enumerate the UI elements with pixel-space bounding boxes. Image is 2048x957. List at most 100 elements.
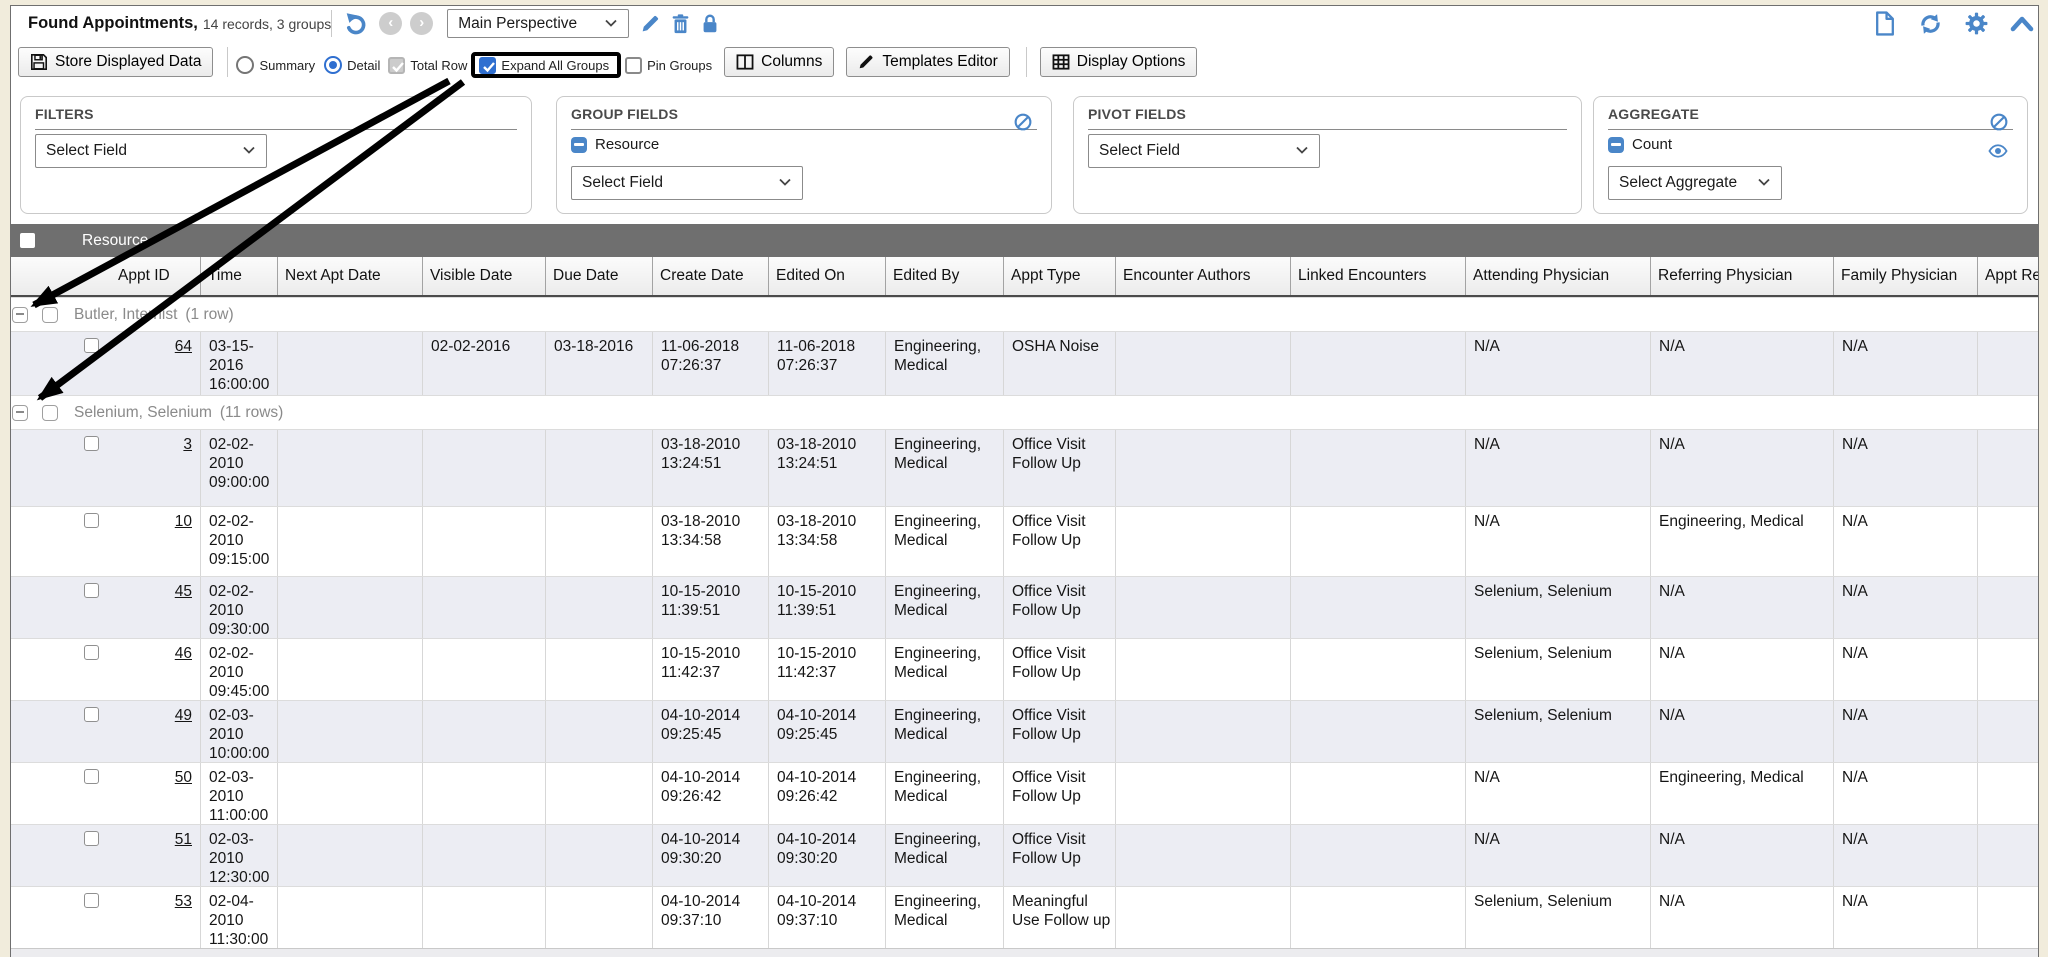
- cell-edited-by: Engineering, Medical: [885, 825, 1003, 886]
- row-checkbox[interactable]: [84, 769, 99, 784]
- expand-all-groups-label: Expand All Groups: [501, 58, 609, 73]
- cell-visible-date: [422, 507, 545, 576]
- cell-appt-id: 49: [111, 701, 200, 762]
- aggregate-panel: AGGREGATE Count Select Aggregate: [1593, 96, 2028, 214]
- cell-next-apt-date: [277, 701, 422, 762]
- table-header-row: Appt IDTimeNext Apt DateVisible DateDue …: [11, 257, 2038, 297]
- group-fields-panel: GROUP FIELDS Resource Select Field: [556, 96, 1052, 214]
- cell-encounter-authors: [1115, 577, 1290, 638]
- total-row-checkbox-box[interactable]: [388, 57, 405, 74]
- pivot-fields-select[interactable]: Select Field: [1088, 134, 1320, 168]
- appt-id-link[interactable]: 53: [175, 893, 192, 910]
- clear-group-fields-icon[interactable]: [1014, 113, 1032, 136]
- table-row: 5102-03-2010 12:30:0004-10-2014 09:30:20…: [11, 824, 2038, 886]
- column-header-edited-on[interactable]: Edited On: [768, 257, 885, 295]
- column-header-next-apt-date[interactable]: Next Apt Date: [277, 257, 422, 295]
- pivot-fields-select-value: Select Field: [1099, 142, 1180, 160]
- appt-id-link[interactable]: 49: [175, 707, 192, 724]
- gear-icon[interactable]: [1965, 12, 1988, 35]
- aggregate-select[interactable]: Select Aggregate: [1608, 166, 1782, 200]
- cell-due-date: [545, 763, 652, 824]
- appt-id-link[interactable]: 45: [175, 583, 192, 600]
- pin-groups-checkbox[interactable]: Pin Groups: [625, 57, 712, 74]
- table-row: 4602-02-2010 09:45:0010-15-2010 11:42:37…: [11, 638, 2038, 700]
- lock-perspective-icon[interactable]: [700, 13, 720, 35]
- collapse-panel-icon[interactable]: [2010, 15, 2034, 33]
- column-header-appt-id[interactable]: Appt ID: [111, 257, 200, 295]
- column-header-create-date[interactable]: Create Date: [652, 257, 768, 295]
- row-checkbox[interactable]: [84, 513, 99, 528]
- eye-icon[interactable]: [1988, 144, 2008, 163]
- cell-visible-date: [422, 701, 545, 762]
- appt-id-link[interactable]: 50: [175, 769, 192, 786]
- table-row: 302-02-2010 09:00:0003-18-2010 13:24:510…: [11, 429, 2038, 506]
- row-checkbox[interactable]: [84, 645, 99, 660]
- columns-button[interactable]: Columns: [724, 47, 834, 77]
- row-checkbox[interactable]: [84, 436, 99, 451]
- filters-select-field[interactable]: Select Field: [35, 134, 267, 168]
- column-header-edited-by[interactable]: Edited By: [885, 257, 1003, 295]
- next-icon[interactable]: ›: [410, 12, 433, 35]
- column-header-referring-physician[interactable]: Referring Physician: [1650, 257, 1833, 295]
- column-header-encounter-authors[interactable]: Encounter Authors: [1115, 257, 1290, 295]
- appt-id-link[interactable]: 3: [183, 436, 192, 453]
- group-expand-checkbox[interactable]: [12, 405, 28, 421]
- edit-perspective-icon[interactable]: [639, 13, 661, 35]
- cell-due-date: [545, 825, 652, 886]
- appt-id-link[interactable]: 51: [175, 831, 192, 848]
- total-row-checkbox[interactable]: Total Row: [388, 57, 467, 74]
- group-field-label: Resource: [595, 136, 659, 153]
- undo-icon[interactable]: [344, 11, 369, 36]
- cell-create-date: 11-06-2018 07:26:37: [652, 332, 768, 395]
- clear-aggregate-icon[interactable]: [1990, 113, 2008, 136]
- row-checkbox[interactable]: [84, 707, 99, 722]
- new-document-icon[interactable]: [1874, 11, 1896, 36]
- select-all-checkbox[interactable]: [20, 233, 35, 248]
- remove-field-icon[interactable]: [571, 137, 587, 153]
- appt-id-link[interactable]: 64: [175, 338, 192, 355]
- column-header-visible-date[interactable]: Visible Date: [422, 257, 545, 295]
- column-header-appt-type[interactable]: Appt Type: [1003, 257, 1115, 295]
- appt-id-link[interactable]: 10: [175, 513, 192, 530]
- group-select-checkbox[interactable]: [42, 307, 58, 323]
- cell-encounter-authors: [1115, 332, 1290, 395]
- summary-radio-circle[interactable]: [236, 56, 254, 74]
- delete-perspective-icon[interactable]: [670, 13, 691, 35]
- query-panels: FILTERS Select Field GROUP FIELDS Resour…: [11, 82, 2038, 224]
- column-header-due-date[interactable]: Due Date: [545, 257, 652, 295]
- group-select-checkbox[interactable]: [42, 405, 58, 421]
- row-checkbox[interactable]: [84, 338, 99, 353]
- cell-visible-date: [422, 763, 545, 824]
- group-expand-checkbox[interactable]: [12, 307, 28, 323]
- appt-id-link[interactable]: 46: [175, 645, 192, 662]
- detail-radio-circle[interactable]: [324, 56, 342, 74]
- cell-visible-date: [422, 639, 545, 700]
- group-fields-select[interactable]: Select Field: [571, 166, 803, 200]
- column-header-appt-re[interactable]: Appt Re: [1977, 257, 2039, 295]
- cell-due-date: [545, 577, 652, 638]
- cell-time: 02-03-2010 11:00:00: [200, 763, 277, 824]
- column-header-attending-physician[interactable]: Attending Physician: [1465, 257, 1650, 295]
- summary-radio[interactable]: Summary: [236, 56, 315, 74]
- detail-radio-label: Detail: [347, 58, 380, 73]
- expand-all-groups-checkbox-box[interactable]: [479, 57, 496, 74]
- row-checkbox[interactable]: [84, 831, 99, 846]
- column-header-family-physician[interactable]: Family Physician: [1833, 257, 1977, 295]
- cell-edited-on: 10-15-2010 11:42:37: [768, 639, 885, 700]
- row-checkbox[interactable]: [84, 893, 99, 908]
- expand-all-groups-checkbox[interactable]: Expand All Groups: [473, 57, 615, 74]
- detail-radio[interactable]: Detail: [324, 56, 380, 74]
- perspective-select[interactable]: Main Perspective: [447, 9, 629, 38]
- cell-referring-physician: N/A: [1650, 825, 1833, 886]
- refresh-icon[interactable]: [1918, 12, 1943, 36]
- display-options-button[interactable]: Display Options: [1040, 47, 1198, 77]
- prev-icon[interactable]: ‹: [379, 12, 402, 35]
- pin-groups-checkbox-box[interactable]: [625, 57, 642, 74]
- column-header-time[interactable]: Time: [200, 257, 277, 295]
- templates-editor-button[interactable]: Templates Editor: [846, 47, 1009, 77]
- cell-next-apt-date: [277, 639, 422, 700]
- column-header-linked-encounters[interactable]: Linked Encounters: [1290, 257, 1465, 295]
- remove-aggregate-icon[interactable]: [1608, 137, 1624, 153]
- row-checkbox[interactable]: [84, 583, 99, 598]
- store-displayed-data-button[interactable]: Store Displayed Data: [18, 47, 213, 77]
